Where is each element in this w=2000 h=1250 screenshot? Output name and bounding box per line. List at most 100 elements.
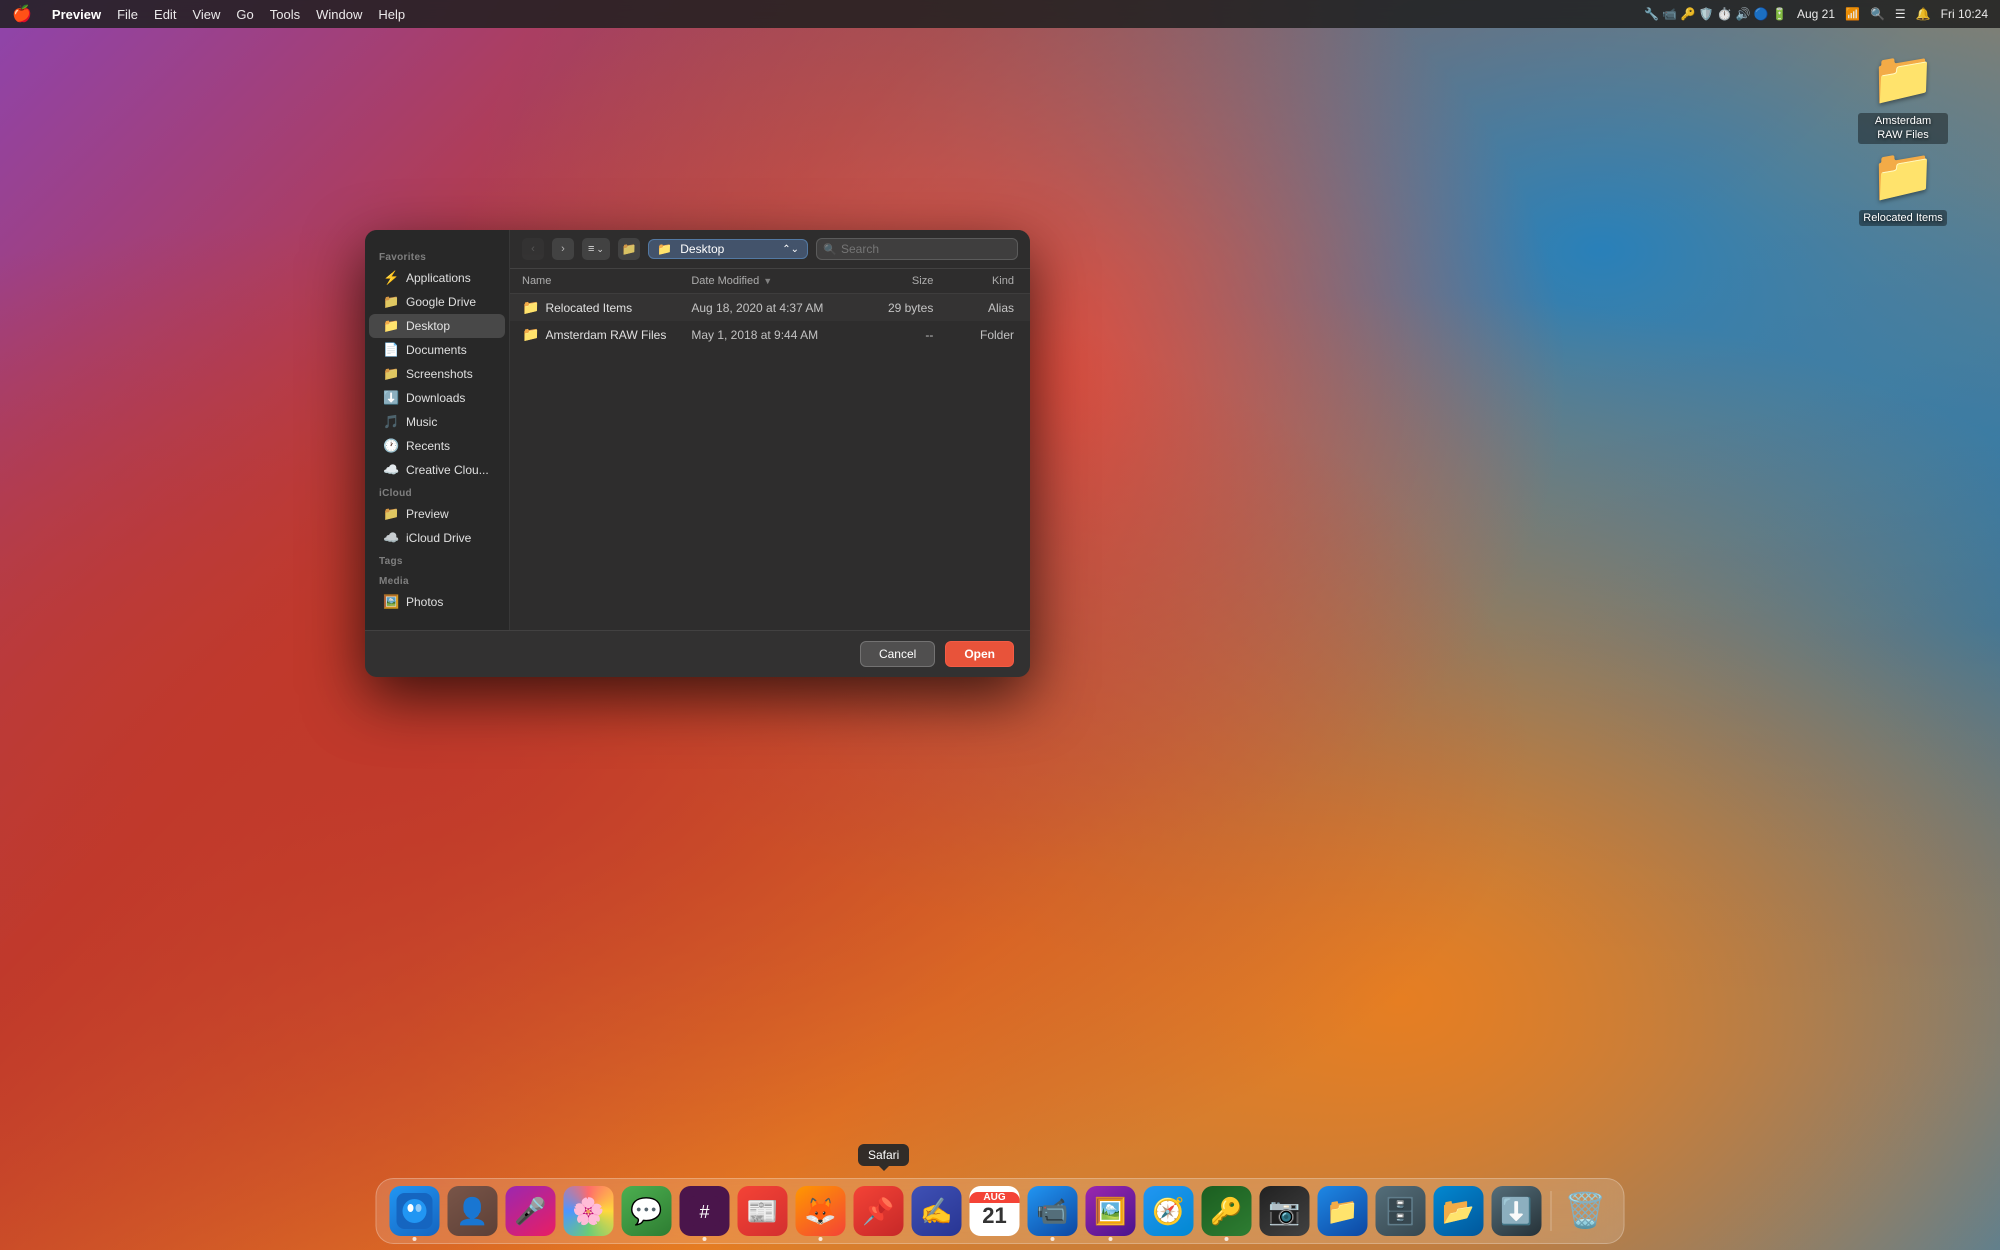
file-date-amsterdam: May 1, 2018 at 9:44 AM: [683, 328, 852, 342]
menubar-view[interactable]: View: [192, 7, 220, 22]
sidebar-item-google-drive[interactable]: 📁 Google Drive: [369, 290, 505, 314]
menubar-search-icon[interactable]: 🔍: [1870, 7, 1885, 21]
menubar-help[interactable]: Help: [378, 7, 405, 22]
column-kind[interactable]: Kind: [933, 275, 1018, 287]
files-icon: 📁: [1318, 1186, 1368, 1236]
file-list-empty-space: [510, 348, 1030, 548]
sidebar-media-label: Media: [365, 570, 509, 590]
recents-icon: 🕐: [383, 438, 399, 454]
menubar-tools[interactable]: Tools: [270, 7, 300, 22]
file-open-dialog: Favorites ⚡ Applications 📁 Google Drive …: [365, 230, 1030, 677]
column-name[interactable]: Name: [522, 275, 683, 287]
amsterdam-folder-icon: 📁: [1871, 48, 1936, 109]
menubar-notifications[interactable]: 🔔: [1916, 7, 1931, 21]
menubar-date: Aug 21: [1797, 7, 1835, 21]
dialog-toolbar: ‹ › ≡ ⌄ 📁 📁 Desktop ⌃⌄ 🔍: [510, 230, 1030, 269]
sidebar-documents-label: Documents: [406, 343, 467, 357]
sidebar-desktop-label: Desktop: [406, 319, 450, 333]
forward-button[interactable]: ›: [552, 238, 574, 260]
list-view-icon: ≡: [588, 243, 594, 255]
dock-item-photos[interactable]: 🌸: [563, 1185, 615, 1237]
sidebar-item-desktop[interactable]: 📁 Desktop: [369, 314, 505, 338]
slack-dot: [703, 1237, 707, 1241]
dialog-footer: Cancel Open: [365, 630, 1030, 677]
cancel-button[interactable]: Cancel: [860, 641, 935, 667]
file-size-amsterdam: --: [853, 328, 934, 342]
menubar-control-center[interactable]: ☰: [1895, 7, 1906, 21]
sidebar-item-applications[interactable]: ⚡ Applications: [369, 266, 505, 290]
menubar-file[interactable]: File: [117, 7, 138, 22]
dock-item-calendar[interactable]: AUG 21: [969, 1185, 1021, 1237]
dock-item-pockity[interactable]: 📌: [853, 1185, 905, 1237]
sidebar-item-preview[interactable]: 📁 Preview: [369, 502, 505, 526]
dock-item-news[interactable]: 📰: [737, 1185, 789, 1237]
file-list-header: Name Date Modified ▼ Size Kind: [510, 269, 1030, 294]
dock-item-safari[interactable]: 🧭: [1143, 1185, 1195, 1237]
folder-path-icon: 📁: [621, 242, 636, 256]
apple-menu[interactable]: 🍎: [12, 4, 32, 24]
dock-item-siri[interactable]: 🎤: [505, 1185, 557, 1237]
menubar-go[interactable]: Go: [236, 7, 253, 22]
sidebar-item-icloud-drive[interactable]: ☁️ iCloud Drive: [369, 526, 505, 550]
back-button[interactable]: ‹: [522, 238, 544, 260]
sidebar-item-downloads[interactable]: ⬇️ Downloads: [369, 386, 505, 410]
dock-item-sequel[interactable]: 🗄️: [1375, 1185, 1427, 1237]
dock-item-trash[interactable]: 🗑️: [1560, 1185, 1612, 1237]
dock-item-downloader[interactable]: ⬇️: [1491, 1185, 1543, 1237]
dock-item-messages[interactable]: 💬: [621, 1185, 673, 1237]
search-input[interactable]: [816, 238, 1018, 260]
dock: 👤 🎤 🌸 💬 # 📰 🦊 📌 ✍️ AUG 21: [376, 1178, 1625, 1244]
menubar-icons: 🔧 📹 🔑 🛡️ ⏱️ 🔊 🔵 🔋: [1644, 7, 1787, 21]
file-size-relocated: 29 bytes: [853, 301, 934, 315]
column-date-modified[interactable]: Date Modified ▼: [683, 275, 852, 287]
dock-item-1password[interactable]: 🔑: [1201, 1185, 1253, 1237]
preview-sidebar-icon: 📁: [383, 506, 399, 522]
screenshots-icon: 📁: [383, 366, 399, 382]
downloads-icon: ⬇️: [383, 390, 399, 406]
dock-item-firefox[interactable]: 🦊: [795, 1185, 847, 1237]
darkroom-icon: 📷: [1260, 1186, 1310, 1236]
1password-dot: [1225, 1237, 1229, 1241]
sort-arrow-icon: ▼: [763, 276, 772, 286]
music-icon: 🎵: [383, 414, 399, 430]
sidebar-preview-label: Preview: [406, 507, 449, 521]
sidebar-item-photos[interactable]: 🖼️ Photos: [369, 590, 505, 614]
column-size[interactable]: Size: [853, 275, 934, 287]
sidebar-item-music[interactable]: 🎵 Music: [369, 410, 505, 434]
photos-sidebar-icon: 🖼️: [383, 594, 399, 610]
sidebar-item-screenshots[interactable]: 📁 Screenshots: [369, 362, 505, 386]
sidebar-item-recents[interactable]: 🕐 Recents: [369, 434, 505, 458]
menubar-edit[interactable]: Edit: [154, 7, 176, 22]
dock-item-taiko[interactable]: ✍️: [911, 1185, 963, 1237]
file-row-relocated-items[interactable]: 📁 Relocated Items Aug 18, 2020 at 4:37 A…: [510, 294, 1030, 321]
finder-dot: [413, 1237, 417, 1241]
dock-item-preview[interactable]: 🖼️: [1085, 1185, 1137, 1237]
filerobot-icon: 📂: [1434, 1186, 1484, 1236]
open-button[interactable]: Open: [945, 641, 1014, 667]
dock-item-filerobot[interactable]: 📂: [1433, 1185, 1485, 1237]
dock-item-contacts[interactable]: 👤: [447, 1185, 499, 1237]
news-icon: 📰: [738, 1186, 788, 1236]
desktop-icon-amsterdam[interactable]: 📁 Amsterdam RAW Files: [1858, 48, 1948, 144]
file-row-amsterdam[interactable]: 📁 Amsterdam RAW Files May 1, 2018 at 9:4…: [510, 321, 1030, 348]
menubar-app-name[interactable]: Preview: [52, 7, 101, 22]
dock-item-files[interactable]: 📁: [1317, 1185, 1369, 1237]
dock-item-slack[interactable]: #: [679, 1185, 731, 1237]
sidebar-icloud-drive-label: iCloud Drive: [406, 531, 471, 545]
dock-item-zoom[interactable]: 📹: [1027, 1185, 1079, 1237]
location-dropdown[interactable]: 📁 Desktop ⌃⌄: [648, 239, 808, 259]
sidebar-photos-label: Photos: [406, 595, 443, 609]
menubar-window[interactable]: Window: [316, 7, 362, 22]
dock-item-finder[interactable]: [389, 1185, 441, 1237]
view-button[interactable]: ≡ ⌄: [582, 238, 610, 260]
show-path-button[interactable]: 📁: [618, 238, 640, 260]
sidebar-item-creative-cloud[interactable]: ☁️ Creative Clou...: [369, 458, 505, 482]
dock-item-darkroom[interactable]: 📷: [1259, 1185, 1311, 1237]
search-icon: 🔍: [823, 243, 837, 256]
zoom-dot: [1051, 1237, 1055, 1241]
relocated-folder-label: Relocated Items: [1859, 210, 1946, 226]
sequel-icon: 🗄️: [1376, 1186, 1426, 1236]
menubar-time: Fri 10:24: [1941, 7, 1988, 21]
sidebar-item-documents[interactable]: 📄 Documents: [369, 338, 505, 362]
desktop-icon-relocated[interactable]: 📁 Relocated Items: [1858, 145, 1948, 226]
